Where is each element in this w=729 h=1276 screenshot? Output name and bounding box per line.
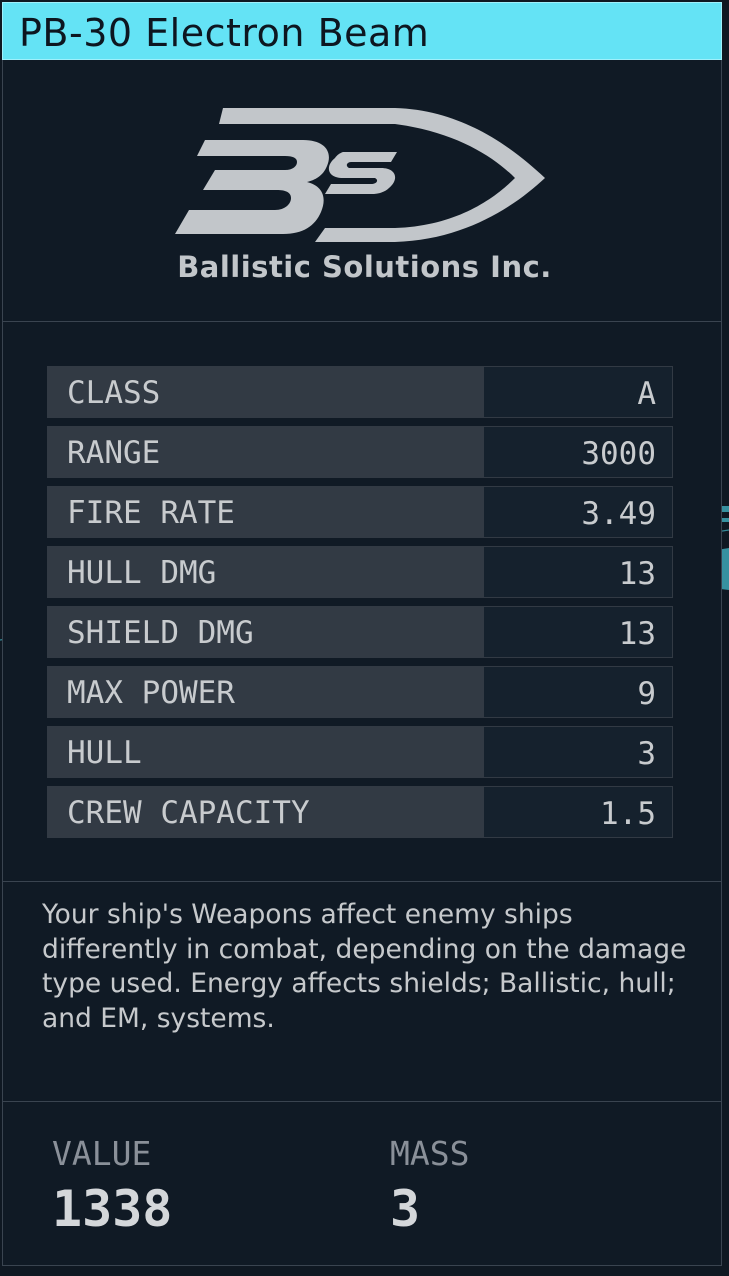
stat-label-cell: FIRE RATE (47, 486, 483, 538)
stat-label: MAX POWER (67, 675, 235, 711)
stat-label: RANGE (67, 435, 161, 471)
divider (2, 881, 722, 882)
stat-value-cell: 9 (483, 666, 673, 718)
stat-value: 13 (618, 616, 656, 652)
stat-row: HULL 3 (47, 726, 673, 778)
manufacturer-section: Ballistic Solutions Inc. (0, 60, 729, 322)
item-description: Your ship's Weapons affect enemy ships d… (42, 899, 687, 1034)
value-amount: 1338 (52, 1180, 173, 1238)
stat-label-cell: HULL (47, 726, 483, 778)
item-title: PB-30 Electron Beam (19, 11, 430, 55)
manufacturer-name: Ballistic Solutions Inc. (177, 250, 552, 284)
stat-value: 9 (637, 676, 656, 712)
stat-value: 3000 (581, 436, 656, 472)
value-label: VALUE (52, 1134, 152, 1173)
stat-row: MAX POWER 9 (47, 666, 673, 718)
stat-row: HULL DMG 13 (47, 546, 673, 598)
stat-row: RANGE 3000 (47, 426, 673, 478)
ballistic-solutions-logo (175, 108, 545, 242)
stat-label: SHIELD DMG (67, 615, 254, 651)
mass-label: MASS (390, 1134, 470, 1173)
stat-label: HULL DMG (67, 555, 217, 591)
stat-value: 1.5 (600, 796, 656, 832)
stat-row: CREW CAPACITY 1.5 (47, 786, 673, 838)
stat-row: FIRE RATE 3.49 (47, 486, 673, 538)
stat-label-cell: CREW CAPACITY (47, 786, 483, 838)
stat-label-cell: SHIELD DMG (47, 606, 483, 658)
title-bar: PB-30 Electron Beam (2, 2, 722, 60)
stat-value-cell: A (483, 366, 673, 418)
stat-value-cell: 1.5 (483, 786, 673, 838)
stat-value-cell: 3000 (483, 426, 673, 478)
stat-label: CREW CAPACITY (67, 795, 310, 831)
stat-label-cell: RANGE (47, 426, 483, 478)
mass-amount: 3 (390, 1180, 421, 1238)
divider (2, 321, 722, 322)
stat-label-cell: CLASS (47, 366, 483, 418)
stat-value: 3 (637, 736, 656, 772)
stat-value-cell: 3.49 (483, 486, 673, 538)
divider (2, 1101, 722, 1102)
stat-value-cell: 3 (483, 726, 673, 778)
stat-label: HULL (67, 735, 142, 771)
stat-value-cell: 13 (483, 606, 673, 658)
stat-value: 3.49 (581, 496, 656, 532)
stat-value: 13 (618, 556, 656, 592)
stat-label-cell: MAX POWER (47, 666, 483, 718)
stat-label-cell: HULL DMG (47, 546, 483, 598)
stat-row: CLASS A (47, 366, 673, 418)
stats-table: CLASS A RANGE 3000 FIRE RATE 3.49 HULL DMG 13 SH… (47, 366, 673, 846)
stat-row: SHIELD DMG 13 (47, 606, 673, 658)
stat-label: FIRE RATE (67, 495, 235, 531)
stat-value-cell: 13 (483, 546, 673, 598)
stat-label: CLASS (67, 375, 161, 411)
stat-value: A (637, 376, 656, 412)
